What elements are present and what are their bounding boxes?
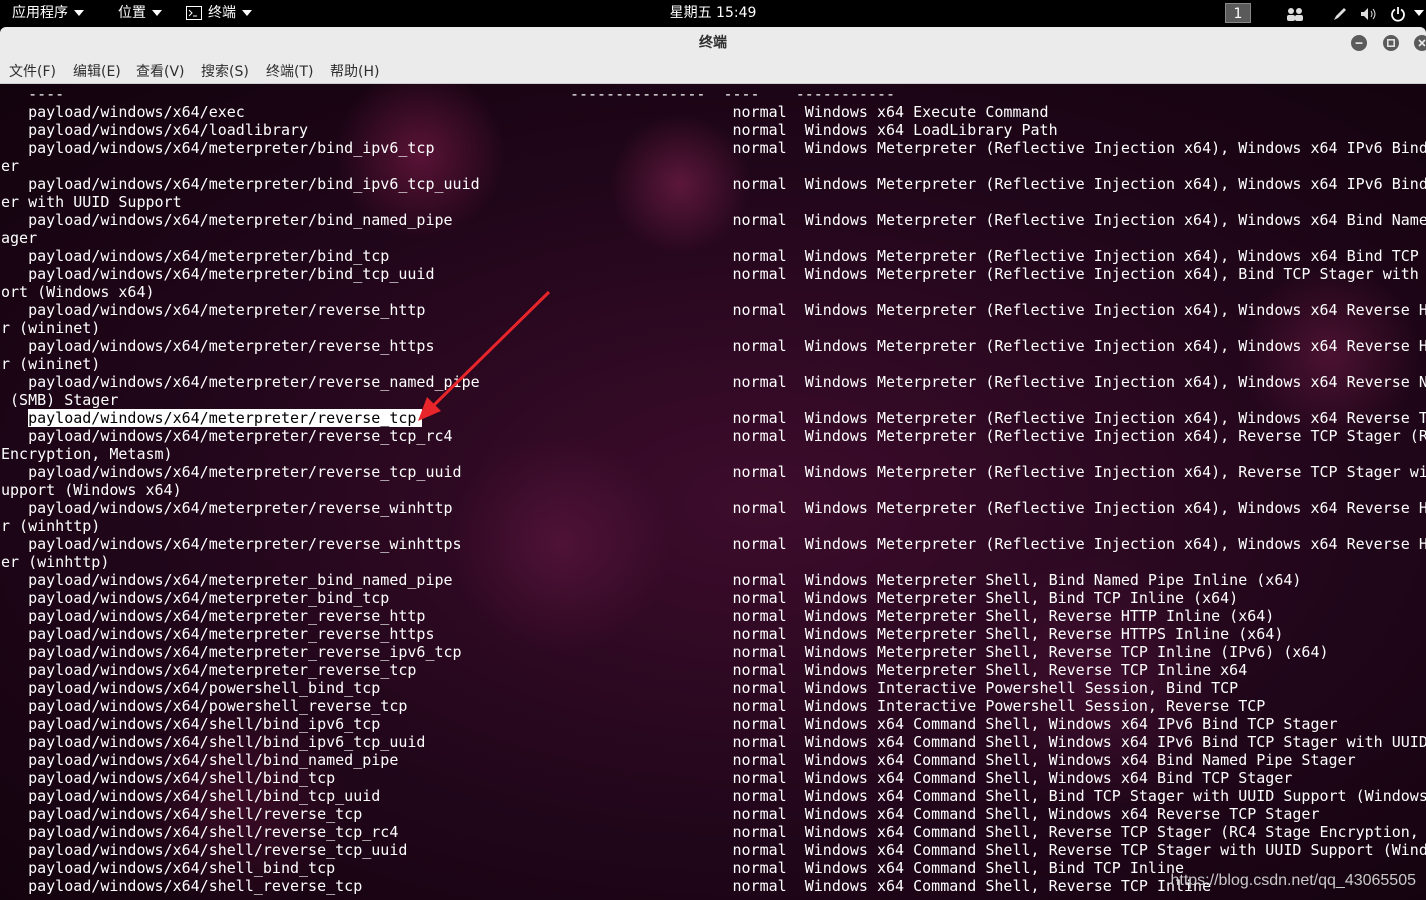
people-icon[interactable] <box>1284 0 1306 27</box>
window-titlebar[interactable]: 终端 <box>0 27 1426 60</box>
menu-file[interactable]: 文件(F) <box>9 60 56 84</box>
menu-help[interactable]: 帮助(H) <box>330 60 379 84</box>
terminal-app-menu[interactable]: 终端 <box>186 0 252 27</box>
chevron-down-icon <box>242 10 252 16</box>
chevron-down-icon <box>74 10 84 16</box>
menu-search[interactable]: 搜索(S) <box>201 60 249 84</box>
watermark: https://blog.csdn.net/qq_43065505 <box>1170 872 1416 889</box>
applications-menu[interactable]: 应用程序 <box>12 0 84 27</box>
workspace-indicator[interactable]: 1 <box>1225 3 1251 23</box>
terminal-prompt-icon <box>186 6 202 20</box>
close-button[interactable] <box>1414 35 1426 51</box>
maximize-icon <box>1387 39 1395 47</box>
minimize-icon <box>1355 42 1363 44</box>
power-icon[interactable] <box>1387 0 1409 27</box>
chevron-down-icon <box>152 10 162 16</box>
volume-icon[interactable] <box>1357 0 1381 27</box>
maximize-button[interactable] <box>1383 35 1399 51</box>
annotation-arrow <box>418 290 551 421</box>
chevron-down-icon <box>1414 10 1424 16</box>
menu-terminal[interactable]: 终端(T) <box>266 60 313 84</box>
places-label: 位置 <box>118 5 146 21</box>
applications-label: 应用程序 <box>12 5 68 21</box>
topbar-caret[interactable] <box>1414 0 1426 27</box>
terminal-output[interactable]: ---- --------------- ---- ----------- pa… <box>0 84 1426 900</box>
pen-icon[interactable] <box>1329 0 1351 27</box>
clock-label[interactable]: 星期五 15:49 <box>670 5 757 21</box>
menu-edit[interactable]: 编辑(E) <box>73 60 121 84</box>
menu-view[interactable]: 查看(V) <box>136 60 185 84</box>
terminal-app-label: 终端 <box>208 5 236 21</box>
places-menu[interactable]: 位置 <box>118 0 162 27</box>
close-icon <box>1418 39 1426 47</box>
minimize-button[interactable] <box>1351 35 1367 51</box>
window-title: 终端 <box>699 35 727 51</box>
menu-bar: 文件(F) 编辑(E) 查看(V) 搜索(S) 终端(T) 帮助(H) <box>0 60 1426 84</box>
top-bar: 应用程序 位置 终端 星期五 15:49 1 <box>0 0 1426 27</box>
